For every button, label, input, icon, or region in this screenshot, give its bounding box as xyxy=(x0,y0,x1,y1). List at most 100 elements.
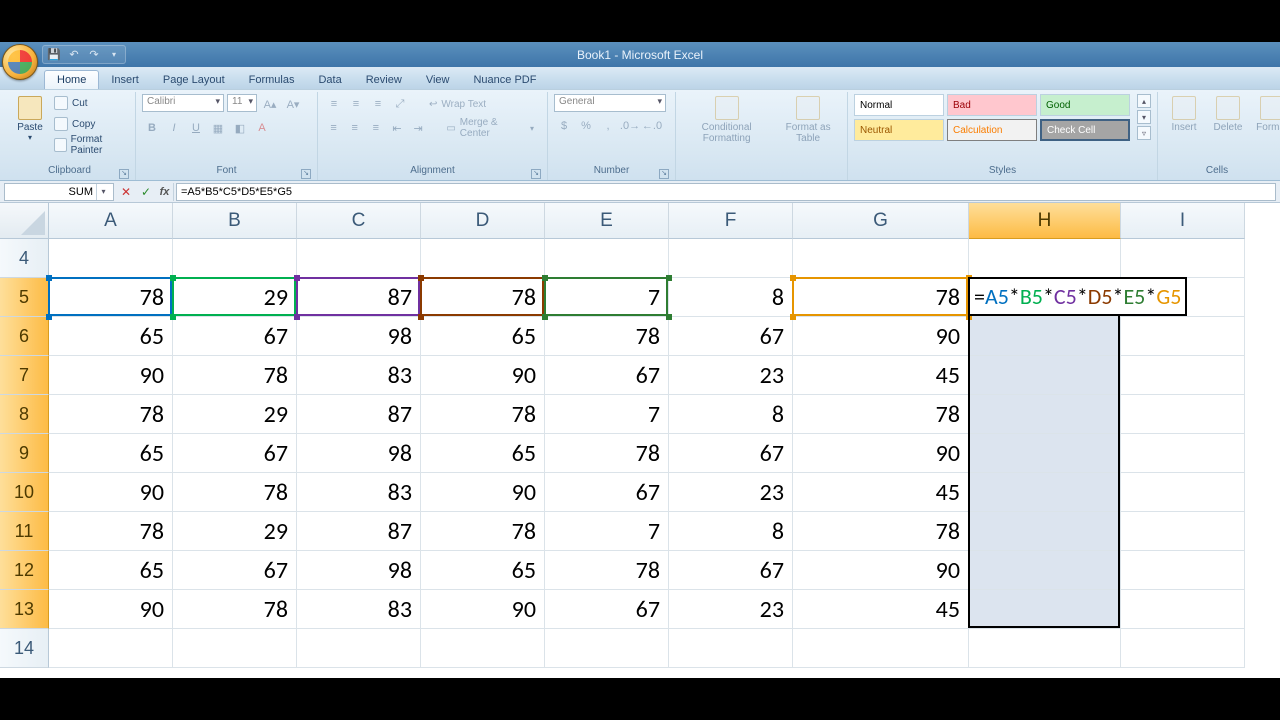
cell-C14[interactable] xyxy=(297,629,421,668)
cell-D4[interactable] xyxy=(421,239,545,278)
decrease-indent-button[interactable]: ⇤ xyxy=(387,118,406,138)
tab-data[interactable]: Data xyxy=(306,71,353,89)
align-right-button[interactable]: ≡ xyxy=(366,118,385,138)
ref-handle[interactable] xyxy=(170,275,176,281)
cell-C13[interactable]: 83 xyxy=(297,590,421,629)
decrease-decimal-button[interactable]: ←.0 xyxy=(642,116,662,136)
ref-handle[interactable] xyxy=(790,275,796,281)
save-icon[interactable]: 💾 xyxy=(47,48,61,62)
col-header-B[interactable]: B xyxy=(173,203,297,239)
wrap-text-button[interactable]: ↩Wrap Text xyxy=(422,94,493,114)
style-bad[interactable]: Bad xyxy=(947,94,1037,116)
delete-cells-button[interactable]: Delete xyxy=(1208,94,1248,135)
dialog-launcher-icon[interactable]: ↘ xyxy=(119,169,129,179)
cell-I7[interactable] xyxy=(1121,356,1245,395)
cell-D5[interactable]: 78 xyxy=(421,278,545,317)
cell-A12[interactable]: 65 xyxy=(49,551,173,590)
cell-B13[interactable]: 78 xyxy=(173,590,297,629)
comma-button[interactable]: , xyxy=(598,116,618,136)
cell-A8[interactable]: 78 xyxy=(49,395,173,434)
cell-E5[interactable]: 7 xyxy=(545,278,669,317)
cell-C6[interactable]: 98 xyxy=(297,317,421,356)
cell-B8[interactable]: 29 xyxy=(173,395,297,434)
row-header-14[interactable]: 14 xyxy=(0,629,49,668)
tab-nuance-pdf[interactable]: Nuance PDF xyxy=(461,71,548,89)
format-cells-button[interactable]: Format xyxy=(1252,94,1280,135)
cell-D14[interactable] xyxy=(421,629,545,668)
tab-home[interactable]: Home xyxy=(44,70,99,89)
cell-C10[interactable]: 83 xyxy=(297,473,421,512)
cell-I14[interactable] xyxy=(1121,629,1245,668)
cell-E4[interactable] xyxy=(545,239,669,278)
formula-input[interactable]: =A5*B5*C5*D5*E5*G5 xyxy=(176,183,1276,201)
dialog-launcher-icon[interactable]: ↘ xyxy=(301,169,311,179)
office-button[interactable] xyxy=(2,44,38,80)
tab-review[interactable]: Review xyxy=(354,71,414,89)
orientation-button[interactable]: ⤢ xyxy=(390,94,410,114)
cell-E6[interactable]: 78 xyxy=(545,317,669,356)
cell-A11[interactable]: 78 xyxy=(49,512,173,551)
redo-icon[interactable]: ↷ xyxy=(87,48,101,62)
format-as-table-button[interactable]: Format as Table xyxy=(775,94,841,146)
cell-B12[interactable]: 67 xyxy=(173,551,297,590)
cell-H4[interactable] xyxy=(969,239,1121,278)
align-middle-button[interactable]: ≡ xyxy=(346,94,366,114)
cell-I6[interactable] xyxy=(1121,317,1245,356)
tab-formulas[interactable]: Formulas xyxy=(237,71,307,89)
cell-F9[interactable]: 67 xyxy=(669,434,793,473)
col-header-A[interactable]: A xyxy=(49,203,173,239)
cell-A9[interactable]: 65 xyxy=(49,434,173,473)
cell-G12[interactable]: 90 xyxy=(793,551,969,590)
col-header-D[interactable]: D xyxy=(421,203,545,239)
cell-E13[interactable]: 67 xyxy=(545,590,669,629)
cell-B11[interactable]: 29 xyxy=(173,512,297,551)
cell-H9[interactable] xyxy=(969,434,1121,473)
cut-button[interactable]: Cut xyxy=(54,94,129,112)
cell-H14[interactable] xyxy=(969,629,1121,668)
cell-H11[interactable] xyxy=(969,512,1121,551)
cell-F12[interactable]: 67 xyxy=(669,551,793,590)
ref-handle[interactable] xyxy=(418,314,424,320)
cell-C5[interactable]: 87 xyxy=(297,278,421,317)
ref-handle[interactable] xyxy=(666,314,672,320)
cell-E11[interactable]: 7 xyxy=(545,512,669,551)
cell-I9[interactable] xyxy=(1121,434,1245,473)
col-header-C[interactable]: C xyxy=(297,203,421,239)
active-cell-editor[interactable]: =A5*B5*C5*D5*E5*G5 xyxy=(968,277,1187,316)
cell-F14[interactable] xyxy=(669,629,793,668)
cell-D12[interactable]: 65 xyxy=(421,551,545,590)
ref-handle[interactable] xyxy=(294,314,300,320)
style-neutral[interactable]: Neutral xyxy=(854,119,944,141)
ref-handle[interactable] xyxy=(170,314,176,320)
bold-button[interactable]: B xyxy=(142,118,162,138)
font-size-combo[interactable]: 11 xyxy=(227,94,257,112)
ref-handle[interactable] xyxy=(46,275,52,281)
cell-C11[interactable]: 87 xyxy=(297,512,421,551)
tab-insert[interactable]: Insert xyxy=(99,71,151,89)
row-header-6[interactable]: 6 xyxy=(0,317,49,356)
cell-G4[interactable] xyxy=(793,239,969,278)
cell-D7[interactable]: 90 xyxy=(421,356,545,395)
styles-more-button[interactable]: ▿ xyxy=(1137,126,1151,140)
style-good[interactable]: Good xyxy=(1040,94,1130,116)
dialog-launcher-icon[interactable]: ↘ xyxy=(531,169,541,179)
row-header-4[interactable]: 4 xyxy=(0,239,49,278)
cell-B9[interactable]: 67 xyxy=(173,434,297,473)
cell-H12[interactable] xyxy=(969,551,1121,590)
cell-styles-gallery[interactable]: Normal Bad Good Neutral Calculation Chec… xyxy=(854,94,1130,141)
align-bottom-button[interactable]: ≡ xyxy=(368,94,388,114)
border-button[interactable]: ▦ xyxy=(208,118,228,138)
cell-E14[interactable] xyxy=(545,629,669,668)
row-header-8[interactable]: 8 xyxy=(0,395,49,434)
cell-E9[interactable]: 78 xyxy=(545,434,669,473)
ref-handle[interactable] xyxy=(46,314,52,320)
cell-E12[interactable]: 78 xyxy=(545,551,669,590)
undo-icon[interactable]: ↶ xyxy=(67,48,81,62)
cell-A7[interactable]: 90 xyxy=(49,356,173,395)
italic-button[interactable]: I xyxy=(164,118,184,138)
cell-I12[interactable] xyxy=(1121,551,1245,590)
name-box[interactable]: ▾ xyxy=(4,183,114,201)
cell-F10[interactable]: 23 xyxy=(669,473,793,512)
cell-G14[interactable] xyxy=(793,629,969,668)
cancel-button[interactable]: ✕ xyxy=(116,183,136,201)
